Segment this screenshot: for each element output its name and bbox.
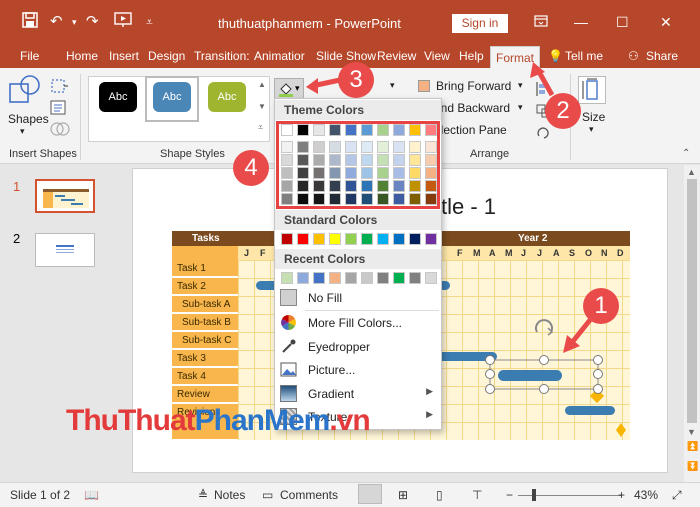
callout-badge-3: 3 — [338, 62, 374, 98]
watermark-logo: ThuThuatPhanMem.vn — [66, 404, 371, 438]
zoom-out-icon[interactable]: − — [506, 488, 513, 502]
spell-check-icon[interactable]: 📖 — [84, 488, 99, 502]
comments-button[interactable]: Comments — [280, 488, 338, 502]
watermark-part: ThuThuat — [66, 404, 196, 437]
watermark-part: PhanMem — [194, 404, 331, 437]
callout-badge-1: 1 — [583, 288, 619, 324]
comments-icon[interactable]: ▭ — [262, 488, 273, 502]
notes-icon[interactable]: ≜ — [198, 488, 208, 502]
zoom-in-icon[interactable]: + — [618, 488, 625, 502]
slide-sorter-icon[interactable]: ⊞ — [398, 488, 408, 502]
zoom-slider-thumb[interactable] — [532, 489, 536, 501]
fit-to-window-icon[interactable]: ⤢ — [672, 488, 682, 503]
notes-button[interactable]: Notes — [214, 488, 245, 502]
slide-counter: Slide 1 of 2 — [10, 488, 71, 502]
reading-view-icon[interactable]: ▯ — [436, 488, 443, 502]
watermark-part: .vn — [329, 404, 370, 437]
status-bar: Slide 1 of 2 📖 ≜ Notes ▭ Comments ⊞ ▯ ⊤ … — [0, 482, 700, 507]
callout-badge-4: 4 — [233, 150, 269, 186]
zoom-level[interactable]: 43% — [634, 488, 658, 502]
normal-view-icon[interactable] — [358, 484, 382, 504]
slideshow-view-icon[interactable]: ⊤ — [472, 488, 482, 502]
callout-badge-2: 2 — [545, 93, 581, 129]
